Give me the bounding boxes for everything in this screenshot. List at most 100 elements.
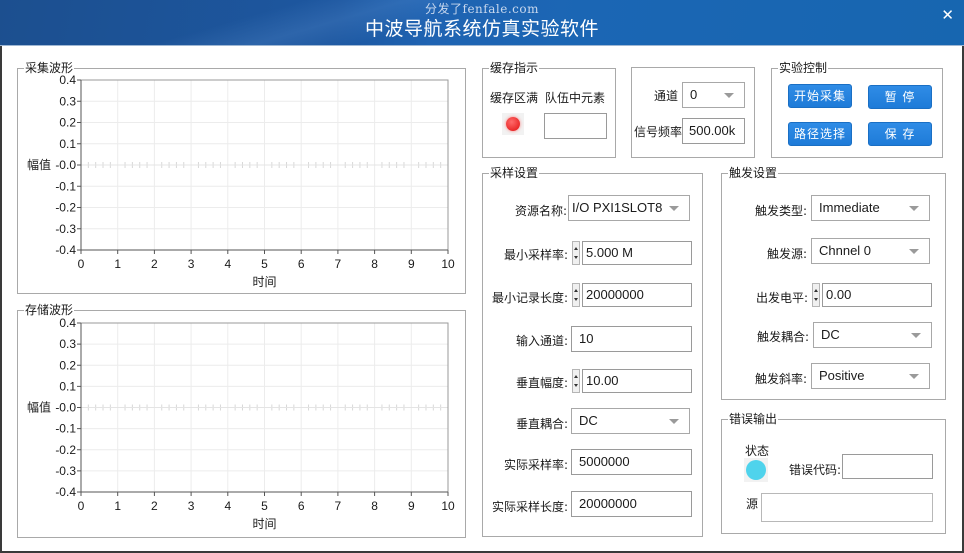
spin-buttons[interactable]	[812, 283, 820, 307]
trigger-coupling-value: DC	[821, 327, 840, 342]
channel-select[interactable]: 0	[682, 82, 745, 108]
chevron-down-icon	[724, 93, 734, 98]
signal-freq-field[interactable]: 500.00k	[682, 118, 745, 144]
queue-elements-field[interactable]	[544, 113, 607, 139]
y-tick-label: -0.4	[55, 485, 76, 499]
trigger-slope-label: 触发斜率:	[754, 372, 807, 386]
x-tick-label: 5	[261, 499, 268, 513]
resource-name-label: 资源名称:	[514, 204, 567, 218]
y-axis-label: 幅值	[27, 400, 51, 415]
vertical-coupling-value: DC	[579, 413, 598, 428]
trigger-type-value: Immediate	[819, 200, 880, 215]
error-source-label: 源	[746, 497, 759, 511]
chevron-down-icon	[909, 374, 919, 379]
y-tick-label: 0.2	[59, 358, 76, 372]
buffer-full-label: 缓存区满	[490, 91, 539, 105]
error-output-legend: 错误输出	[729, 412, 778, 426]
vertical-range-label: 垂直幅度:	[515, 376, 568, 390]
y-tick-label: -0.2	[55, 443, 76, 457]
trigger-source-label: 触发源:	[766, 247, 807, 261]
error-code-label: 错误代码:	[789, 463, 842, 477]
buffer-indicator-legend: 缓存指示	[490, 61, 539, 75]
status-label: 状态	[745, 444, 770, 458]
x-tick-label: 6	[298, 499, 305, 513]
x-tick-label: 10	[441, 499, 455, 513]
vertical-coupling-select[interactable]: DC	[571, 408, 690, 434]
channel-value: 0	[690, 87, 698, 102]
x-tick-label: 1	[114, 499, 121, 513]
channel-label: 通道	[653, 89, 678, 103]
spin-buttons[interactable]	[572, 369, 580, 393]
x-tick-label: 9	[408, 499, 415, 513]
led-red-icon	[506, 117, 520, 131]
trigger-settings-legend: 触发设置	[729, 166, 778, 180]
y-tick-label: -0.0	[55, 401, 76, 415]
trigger-type-select[interactable]: Immediate	[811, 195, 930, 221]
y-tick-label: 0.4	[59, 316, 76, 330]
arrow-up-icon	[574, 247, 578, 250]
trigger-slope-value: Positive	[819, 368, 865, 383]
channel-group	[631, 67, 755, 158]
vertical-coupling-label: 垂直耦合:	[515, 417, 568, 431]
trigger-source-select[interactable]: Chnnel 0	[811, 238, 930, 264]
trigger-coupling-select[interactable]: DC	[813, 322, 932, 348]
arrow-down-icon	[574, 384, 578, 387]
start-acquisition-button[interactable]: 开始采集	[788, 84, 852, 108]
trigger-slope-select[interactable]: Positive	[811, 363, 930, 389]
actual-sample-rate-field[interactable]: 5000000	[571, 449, 692, 475]
sampling-settings-legend: 采样设置	[490, 166, 539, 180]
y-tick-label: -0.3	[55, 464, 76, 478]
actual-sample-length-field[interactable]: 20000000	[571, 491, 692, 517]
resource-name-select[interactable]: I/O PXI1SLOT8	[568, 195, 690, 221]
x-axis-label: 时间	[252, 517, 276, 531]
pause-button[interactable]: 暂 停	[868, 85, 932, 109]
chevron-down-icon	[909, 249, 919, 254]
trigger-coupling-label: 触发耦合:	[756, 330, 809, 344]
sampling-settings-group: 采样设置	[482, 167, 703, 537]
path-select-button[interactable]: 路径选择	[788, 122, 852, 146]
status-led	[744, 458, 768, 482]
chevron-down-icon	[911, 333, 921, 338]
y-tick-label: 0.1	[59, 379, 76, 393]
save-button[interactable]: 保 存	[868, 122, 932, 146]
y-tick-label: 0.3	[59, 337, 76, 351]
buffer-indicator-group: 缓存指示	[482, 62, 616, 158]
signal-freq-label: 信号频率	[634, 125, 683, 139]
trigger-level-stepper[interactable]: 0.00	[812, 283, 932, 307]
vertical-range-field[interactable]: 10.00	[582, 369, 692, 393]
arrow-up-icon	[574, 289, 578, 292]
chevron-down-icon	[909, 206, 919, 211]
x-tick-label: 4	[224, 499, 231, 513]
y-tick-label: -0.1	[55, 422, 76, 436]
led-cyan-icon	[746, 460, 766, 480]
spin-buttons[interactable]	[572, 241, 580, 265]
queue-elements-label: 队伍中元素	[545, 91, 606, 105]
chevron-down-icon	[669, 206, 679, 211]
min-sample-rate-label: 最小采样率:	[503, 248, 568, 262]
arrow-up-icon	[814, 289, 818, 292]
error-code-field[interactable]	[842, 454, 933, 479]
trigger-level-label: 出发电平:	[755, 291, 808, 305]
trigger-type-label: 触发类型:	[754, 204, 807, 218]
resource-name-value: I/O PXI1SLOT8	[572, 200, 663, 215]
arrow-down-icon	[814, 298, 818, 301]
input-channel-field[interactable]: 10	[571, 326, 692, 352]
actual-sample-length-label: 实际采样长度:	[491, 500, 568, 514]
trigger-level-field[interactable]: 0.00	[822, 283, 932, 307]
chevron-down-icon	[669, 419, 679, 424]
min-record-length-field[interactable]: 20000000	[582, 283, 692, 307]
trigger-source-value: Chnnel 0	[819, 243, 872, 258]
min-record-length-stepper[interactable]: 20000000	[572, 283, 692, 307]
error-source-field[interactable]	[761, 493, 933, 522]
input-channel-label: 输入通道:	[515, 334, 568, 348]
buffer-full-led	[502, 113, 524, 135]
min-sample-rate-stepper[interactable]: 5.000 M	[572, 241, 692, 265]
experiment-control-legend: 实验控制	[779, 61, 828, 75]
min-sample-rate-field[interactable]: 5.000 M	[582, 241, 692, 265]
vertical-range-stepper[interactable]: 10.00	[572, 369, 692, 393]
min-record-length-label: 最小记录长度:	[491, 291, 568, 305]
x-tick-label: 3	[188, 499, 195, 513]
spin-buttons[interactable]	[572, 283, 580, 307]
arrow-down-icon	[574, 256, 578, 259]
x-tick-label: 7	[335, 499, 342, 513]
